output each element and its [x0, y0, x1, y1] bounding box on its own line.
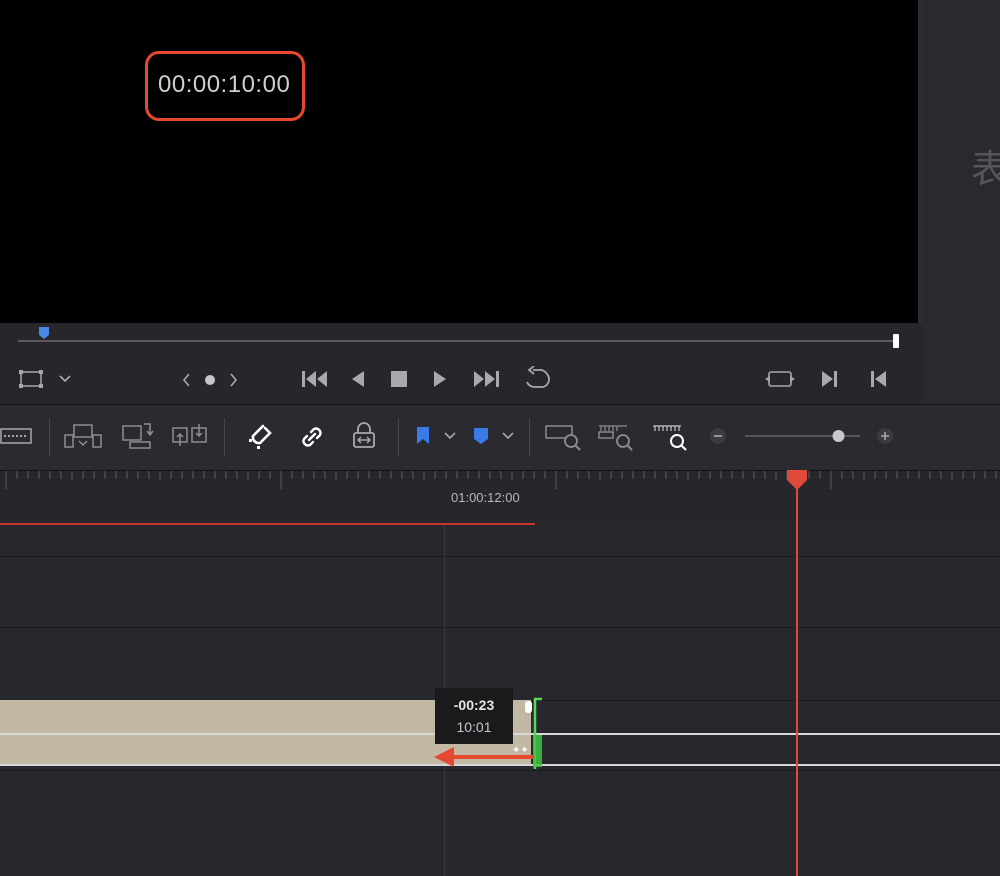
go-to-start-icon[interactable] — [300, 368, 330, 390]
clip-navigation-control[interactable] — [180, 370, 240, 390]
toolbar-separator — [529, 418, 530, 456]
insert-clip-icon[interactable] — [64, 423, 104, 451]
transport-bar — [0, 323, 922, 404]
chevron-down-icon[interactable] — [501, 431, 515, 441]
track-divider — [0, 556, 1000, 557]
svg-text:✦✦: ✦✦ — [512, 745, 529, 756]
zoom-slider[interactable] — [745, 428, 860, 444]
zoom-in-icon[interactable] — [876, 427, 894, 445]
go-to-end-icon[interactable] — [471, 368, 501, 390]
playhead-handle[interactable] — [786, 470, 808, 490]
toolbar-separator — [398, 418, 399, 456]
scrubber-track[interactable] — [18, 340, 898, 342]
playhead-line — [796, 472, 798, 876]
right-panel — [922, 0, 1000, 404]
scrubber-end-handle[interactable] — [893, 334, 899, 348]
scrubber-in-marker[interactable] — [39, 327, 49, 339]
loop-icon[interactable] — [521, 366, 553, 392]
stop-icon[interactable] — [389, 369, 409, 389]
zoom-out-icon[interactable] — [709, 427, 727, 445]
zoom-slider-knob[interactable] — [832, 430, 845, 442]
toolbar-separator — [224, 418, 225, 456]
match-frame-icon[interactable] — [764, 368, 796, 390]
play-reverse-icon[interactable] — [349, 369, 367, 389]
next-edit-icon[interactable] — [819, 368, 841, 390]
overwrite-clip-icon[interactable] — [120, 420, 156, 450]
viewer-canvas[interactable] — [0, 0, 920, 323]
ruler-timecode-label: 01:00:12:00 — [451, 490, 520, 505]
track-divider — [0, 770, 1000, 771]
trim-direction-arrow: ✦✦ — [434, 745, 534, 767]
play-icon[interactable] — [431, 369, 449, 389]
viewer-timecode: 00:00:10:00 — [158, 71, 291, 98]
marker-icon[interactable] — [472, 425, 490, 447]
linked-selection-icon[interactable] — [297, 422, 327, 452]
ruler-ticks — [5, 471, 997, 489]
zoom-custom-icon[interactable] — [651, 422, 691, 452]
zoom-detail-icon[interactable] — [597, 422, 637, 452]
right-panel-label: 表 — [971, 147, 1000, 191]
replace-clip-icon[interactable] — [170, 420, 210, 452]
zoom-full-extent-icon[interactable] — [544, 422, 584, 452]
snapping-magnet-icon[interactable] — [245, 422, 275, 452]
chevron-down-icon[interactable] — [58, 374, 72, 384]
trim-timecode: 10:01 — [456, 719, 492, 735]
flag-icon[interactable] — [414, 425, 432, 447]
track-divider — [0, 627, 1000, 628]
chevron-down-icon[interactable] — [443, 431, 457, 441]
toolbar-separator — [49, 418, 50, 456]
trim-mode-icon[interactable] — [0, 424, 34, 448]
trim-tooltip: -00:23 10:01 — [435, 688, 513, 744]
trim-delta: -00:23 — [453, 697, 495, 713]
previous-edit-icon[interactable] — [867, 368, 889, 390]
viewer-crop-icon[interactable] — [18, 369, 46, 389]
position-lock-icon[interactable] — [350, 422, 378, 452]
